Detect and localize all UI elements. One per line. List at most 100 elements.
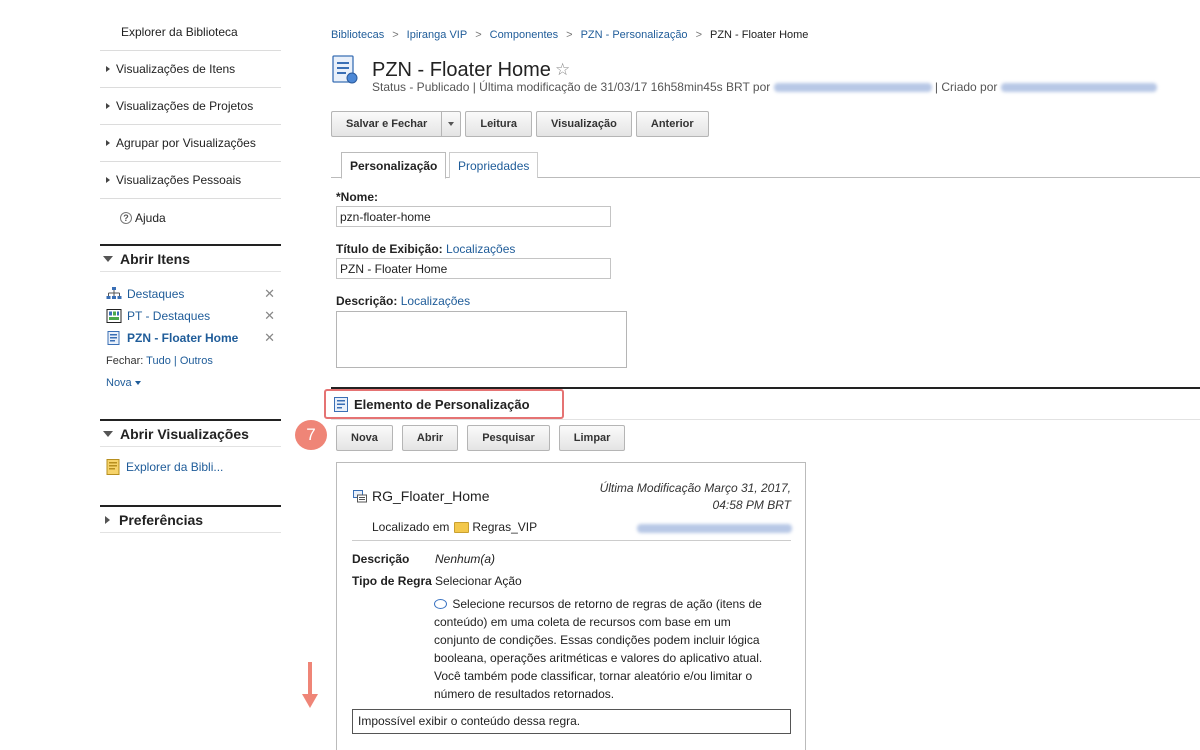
list-item: PZN - Floater Home ✕ <box>106 327 281 349</box>
folder-icon <box>454 521 470 533</box>
rule-message: Impossível exibir o conteúdo dessa regra… <box>352 709 791 734</box>
hierarchy-icon <box>106 287 122 301</box>
sidebar: Explorer da Biblioteca Visualizações de … <box>100 14 281 533</box>
rule-toolbar: Nova Abrir Pesquisar Limpar <box>336 425 634 451</box>
description-field[interactable] <box>336 311 627 368</box>
expand-icon <box>105 515 110 524</box>
section-title: Elemento de Personalização <box>354 396 530 412</box>
new-button[interactable]: Nova <box>336 425 393 451</box>
breadcrumb-link[interactable]: Bibliotecas <box>331 29 384 41</box>
personalization-component-icon <box>331 55 359 85</box>
sidebar-item-personal-views[interactable]: Visualizações Pessoais <box>100 162 281 199</box>
sidebar-item-label: Visualizações de Itens <box>116 62 236 76</box>
star-icon[interactable]: ☆ <box>555 60 570 80</box>
save-close-button[interactable]: Salvar e Fechar <box>331 111 442 137</box>
open-item-link[interactable]: PT - Destaques <box>127 309 264 323</box>
breadcrumb-link[interactable]: Componentes <box>490 29 559 41</box>
sidebar-item-item-views[interactable]: Visualizações de Itens <box>100 51 281 88</box>
open-items-header[interactable]: Abrir Itens <box>100 244 281 272</box>
display-title-label-row: Título de Exibição: Localizações <box>336 242 627 258</box>
redacted-author <box>773 83 932 93</box>
rule-modified: Última Modificação Março 31, 2017, 04:58… <box>599 481 791 512</box>
folder-name: Regras_VIP <box>472 520 538 534</box>
sidebar-item-label: Agrupar por Visualizações <box>116 136 256 150</box>
rule-type-key: Tipo de Regra <box>352 574 432 588</box>
previous-button[interactable]: Anterior <box>635 111 709 137</box>
open-views-list: Explorer da Bibli... <box>100 447 281 495</box>
highlighted-section-title: Elemento de Personalização <box>324 389 564 419</box>
close-icon[interactable]: ✕ <box>264 308 275 324</box>
open-items-heading: Abrir Itens <box>120 250 191 267</box>
close-icon[interactable]: ✕ <box>264 286 275 302</box>
sidebar-item-label: Ajuda <box>135 210 166 225</box>
close-icon[interactable]: ✕ <box>264 330 275 346</box>
redacted-creator <box>1000 83 1157 93</box>
close-links: Fechar: Tudo | Outros <box>106 355 281 367</box>
sidebar-item-label: Explorer da Biblioteca <box>121 25 238 39</box>
open-button[interactable]: Abrir <box>401 425 459 451</box>
list-item: Destaques ✕ <box>106 283 281 305</box>
tab-bar: Personalização Propriedades <box>331 152 1200 179</box>
display-title-field[interactable] <box>336 258 611 279</box>
located-label: Localizado em <box>372 520 450 534</box>
preferences-header[interactable]: Preferências <box>100 505 281 533</box>
sidebar-item-project-views[interactable]: Visualizações de Projetos <box>100 88 281 125</box>
rule-description-value: Nenhum(a) <box>435 552 496 566</box>
description-label: Descrição: <box>336 294 398 308</box>
new-dropdown[interactable]: Nova <box>106 377 281 389</box>
rule-type-description-text: Selecione recursos de retorno de regras … <box>434 597 763 701</box>
toolbar: Salvar e Fechar Leitura Visualização Ant… <box>331 111 713 137</box>
name-field[interactable] <box>336 206 611 227</box>
collapse-icon <box>103 255 113 262</box>
caret-right-icon <box>106 140 110 146</box>
list-item[interactable]: Explorer da Bibli... <box>106 459 281 475</box>
divider <box>352 540 791 541</box>
rule-description-row: Descrição Nenhum(a) <box>352 552 495 566</box>
rule-name: RG_Floater_Home <box>372 488 490 504</box>
save-options-button[interactable] <box>441 111 462 137</box>
sidebar-item-library-explorer[interactable]: Explorer da Biblioteca <box>100 14 281 51</box>
display-title-locations-link[interactable]: Localizações <box>446 242 515 256</box>
rule-icon <box>353 489 367 503</box>
description-locations-link[interactable]: Localizações <box>401 294 470 308</box>
rule-header: RG_Floater_Home <box>353 488 490 504</box>
display-title-label: Título de Exibição: <box>336 242 443 256</box>
status-text: Status - Publicado | Última modificação … <box>372 80 771 94</box>
breadcrumb-link[interactable]: PZN - Personalização <box>581 29 688 41</box>
open-item-link[interactable]: Destaques <box>127 287 264 301</box>
close-all-link[interactable]: Tudo <box>146 355 171 367</box>
read-button[interactable]: Leitura <box>465 111 533 137</box>
clear-button[interactable]: Limpar <box>558 425 626 451</box>
sidebar-item-help[interactable]: ? Ajuda <box>100 199 281 236</box>
library-explorer-icon <box>106 459 120 475</box>
sidebar-item-group-views[interactable]: Agrupar por Visualizações <box>100 125 281 162</box>
search-button[interactable]: Pesquisar <box>467 425 550 451</box>
personalization-component-icon <box>106 331 122 345</box>
breadcrumb: Bibliotecas > Ipiranga VIP > Componentes > PZN… <box>331 29 808 41</box>
redacted-owner <box>637 524 792 533</box>
personalization-element-icon <box>334 396 348 412</box>
close-others-link[interactable]: Outros <box>180 355 213 367</box>
rule-type-value: Selecionar Ação <box>435 574 522 588</box>
breadcrumb-separator: > <box>475 29 482 41</box>
breadcrumb-separator: > <box>695 29 702 41</box>
tab-properties[interactable]: Propriedades <box>449 152 539 178</box>
tab-personalization[interactable]: Personalização <box>341 152 447 179</box>
created-by-label: | Criado por <box>934 80 998 94</box>
sidebar-item-label: Visualizações de Projetos <box>116 99 254 113</box>
open-views-header[interactable]: Abrir Visualizações <box>100 419 281 447</box>
step-badge: 7 <box>295 420 327 450</box>
view-button[interactable]: Visualização <box>536 111 632 137</box>
breadcrumb-separator: > <box>566 29 573 41</box>
breadcrumb-link[interactable]: Ipiranga VIP <box>407 29 468 41</box>
caret-right-icon <box>106 66 110 72</box>
chevron-down-icon <box>448 122 455 126</box>
breadcrumb-current: PZN - Floater Home <box>710 29 809 41</box>
divider <box>331 419 1200 420</box>
caret-right-icon <box>106 177 110 183</box>
caret-right-icon <box>106 103 110 109</box>
speech-bubble-icon <box>434 599 447 609</box>
collapse-icon <box>103 430 113 437</box>
new-label: Nova <box>106 377 132 389</box>
open-item-link-active[interactable]: PZN - Floater Home <box>127 331 264 345</box>
